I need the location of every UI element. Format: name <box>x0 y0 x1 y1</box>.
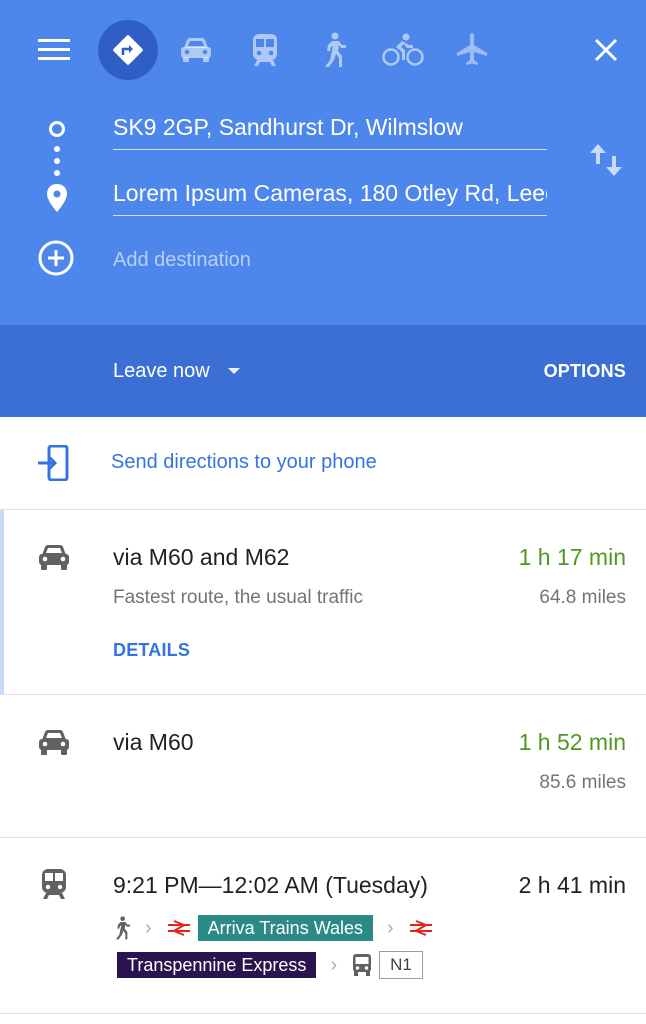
add-destination-input[interactable]: Add destination <box>113 244 547 278</box>
walk-icon <box>325 32 346 67</box>
options-button[interactable]: OPTIONS <box>544 355 626 387</box>
train-icon <box>42 869 66 899</box>
national-rail-icon <box>409 920 432 936</box>
car-icon <box>39 545 69 570</box>
car-icon <box>39 730 69 755</box>
destination-pin-icon <box>47 184 67 212</box>
route-name: via M60 <box>113 729 194 755</box>
chevron-right-icon: › <box>145 917 152 939</box>
details-button[interactable]: DETAILS <box>113 636 190 664</box>
route-option-3[interactable]: 9:21 PM—12:02 AM (Tuesday) 2 h 41 min › … <box>0 838 646 1014</box>
selected-route-indicator <box>0 510 4 694</box>
send-directions-link[interactable]: Send directions to your phone <box>111 447 377 477</box>
car-icon <box>181 38 211 62</box>
operator-badge-transpennine: Transpennine Express <box>117 952 317 978</box>
mode-cycling-button[interactable] <box>373 20 433 80</box>
send-to-phone-icon <box>38 445 69 481</box>
route-name: 9:21 PM—12:02 AM (Tuesday) <box>113 872 428 898</box>
route-duration: 2 h 41 min <box>518 872 626 898</box>
directions-header: SK9 2GP, Sandhurst Dr, Wilmslow Lorem Ip… <box>0 0 646 325</box>
mode-transit-button[interactable] <box>235 20 295 80</box>
menu-icon[interactable] <box>24 30 84 70</box>
route-description: Fastest route, the usual traffic <box>113 587 363 608</box>
bike-icon <box>382 33 424 66</box>
flight-icon <box>457 33 487 65</box>
swap-icon[interactable] <box>584 138 628 182</box>
mode-walking-button[interactable] <box>304 20 364 80</box>
transit-steps-line-2: Transpennine Express › N1 <box>113 951 423 979</box>
bus-line-badge: N1 <box>379 951 423 979</box>
bus-icon <box>353 954 372 976</box>
route-option-1[interactable]: via M60 and M62 Fastest route, the usual… <box>0 510 646 695</box>
leave-now-dropdown[interactable]: Leave now <box>113 355 240 387</box>
origin-input[interactable]: SK9 2GP, Sandhurst Dr, Wilmslow <box>113 110 547 150</box>
walk-icon <box>116 916 130 940</box>
mode-best-directions-button[interactable] <box>98 20 158 80</box>
national-rail-icon <box>167 920 190 936</box>
destination-input[interactable]: Lorem Ipsum Cameras, 180 Otley Rd, Leeds <box>113 176 547 216</box>
route-name: via M60 and M62 <box>113 544 290 570</box>
transit-steps-line-1: › Arriva Trains Wales › <box>113 914 434 942</box>
send-directions-row[interactable]: Send directions to your phone <box>0 417 646 510</box>
route-option-2[interactable]: via M60 1 h 52 min 85.6 miles <box>0 695 646 838</box>
leave-now-label: Leave now <box>113 359 210 382</box>
route-distance: 64.8 miles <box>539 587 626 608</box>
train-icon <box>253 34 277 66</box>
route-distance: 85.6 miles <box>539 772 626 793</box>
close-icon[interactable] <box>580 24 632 76</box>
route-duration: 1 h 52 min <box>518 729 626 755</box>
operator-badge-arriva: Arriva Trains Wales <box>197 915 374 941</box>
route-duration: 1 h 17 min <box>518 544 626 570</box>
mode-flights-button[interactable] <box>442 20 502 80</box>
route-dots-icon <box>54 146 60 176</box>
add-destination-icon[interactable] <box>37 239 75 277</box>
chevron-right-icon: › <box>330 954 338 976</box>
mode-driving-button[interactable] <box>166 20 226 80</box>
origin-circle-icon <box>49 121 65 137</box>
chevron-right-icon: › <box>387 917 394 939</box>
directions-icon <box>113 35 143 65</box>
caret-down-icon <box>227 368 240 374</box>
